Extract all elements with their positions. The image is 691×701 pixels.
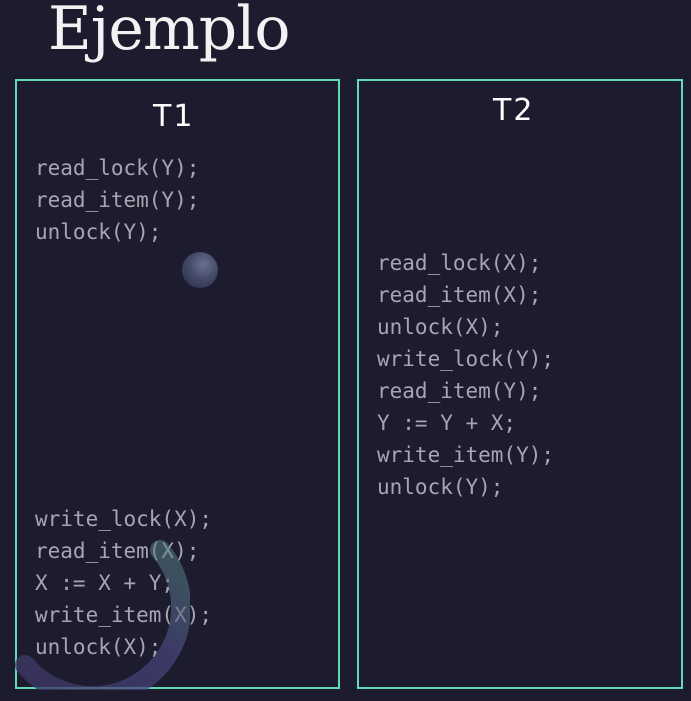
code-line: write_lock(Y); [377, 347, 555, 371]
decorative-sphere [182, 252, 218, 288]
decorative-ring [15, 540, 190, 690]
code-line: read_item(Y); [377, 379, 542, 403]
code-line: read_item(Y); [35, 188, 200, 212]
slide-title: Ejemplo [48, 0, 291, 64]
code-line: read_lock(Y); [35, 156, 200, 180]
panel-header-t2: T2 [493, 93, 535, 128]
transaction-panel-t2: T2 read_lock(X); read_item(X); unlock(X)… [357, 79, 683, 689]
code-line: unlock(Y); [377, 475, 504, 499]
slide: Ejemplo T1 read_lock(Y); read_item(Y); u… [0, 0, 691, 701]
panel-header-t1: T1 [153, 99, 195, 134]
code-block-t2: read_lock(X); read_item(X); unlock(X); w… [377, 247, 554, 503]
code-line: unlock(Y); [35, 220, 162, 244]
code-line: write_item(Y); [377, 443, 555, 467]
code-block-t1-first: read_lock(Y); read_item(Y); unlock(Y); [35, 152, 199, 248]
code-line: Y := Y + X; [377, 411, 517, 435]
code-line: read_item(X); [377, 283, 542, 307]
code-line: unlock(X); [377, 315, 504, 339]
code-line: read_lock(X); [377, 251, 542, 275]
